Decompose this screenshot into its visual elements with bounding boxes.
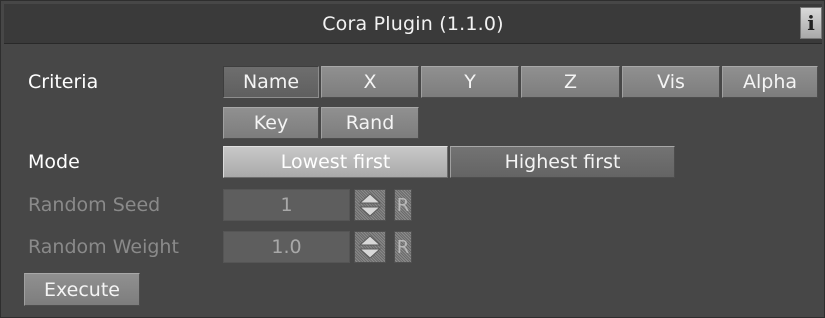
random-seed-reset-button[interactable]: R [394, 189, 412, 221]
criteria-vis-button[interactable]: Vis [622, 66, 720, 98]
info-icon[interactable]: i [800, 7, 822, 39]
plugin-panel: Cora Plugin (1.1.0) i Criteria Name X Y … [0, 0, 825, 318]
criteria-name-button[interactable]: Name [223, 66, 319, 98]
criteria-label: Criteria [28, 71, 99, 93]
criteria-alpha-button[interactable]: Alpha [722, 66, 818, 98]
mode-lowest-first-button[interactable]: Lowest first [223, 146, 448, 178]
random-weight-spinner-icon[interactable] [354, 231, 386, 263]
title-bar: Cora Plugin (1.1.0) i [4, 4, 822, 44]
mode-highest-first-button[interactable]: Highest first [450, 146, 675, 178]
random-seed-spinner-icon[interactable] [354, 189, 386, 221]
mode-label: Mode [28, 151, 80, 173]
random-weight-label: Random Weight [28, 236, 179, 258]
execute-button[interactable]: Execute [24, 273, 140, 306]
random-seed-field[interactable]: 1 [223, 189, 350, 221]
random-weight-reset-button[interactable]: R [394, 231, 412, 263]
criteria-z-button[interactable]: Z [521, 66, 620, 98]
criteria-x-button[interactable]: X [321, 66, 419, 98]
criteria-rand-button[interactable]: Rand [321, 107, 419, 139]
criteria-y-button[interactable]: Y [421, 66, 519, 98]
random-seed-label: Random Seed [28, 194, 161, 216]
window-title: Cora Plugin (1.1.0) [322, 12, 504, 35]
random-weight-field[interactable]: 1.0 [223, 231, 350, 263]
criteria-key-button[interactable]: Key [223, 107, 319, 139]
